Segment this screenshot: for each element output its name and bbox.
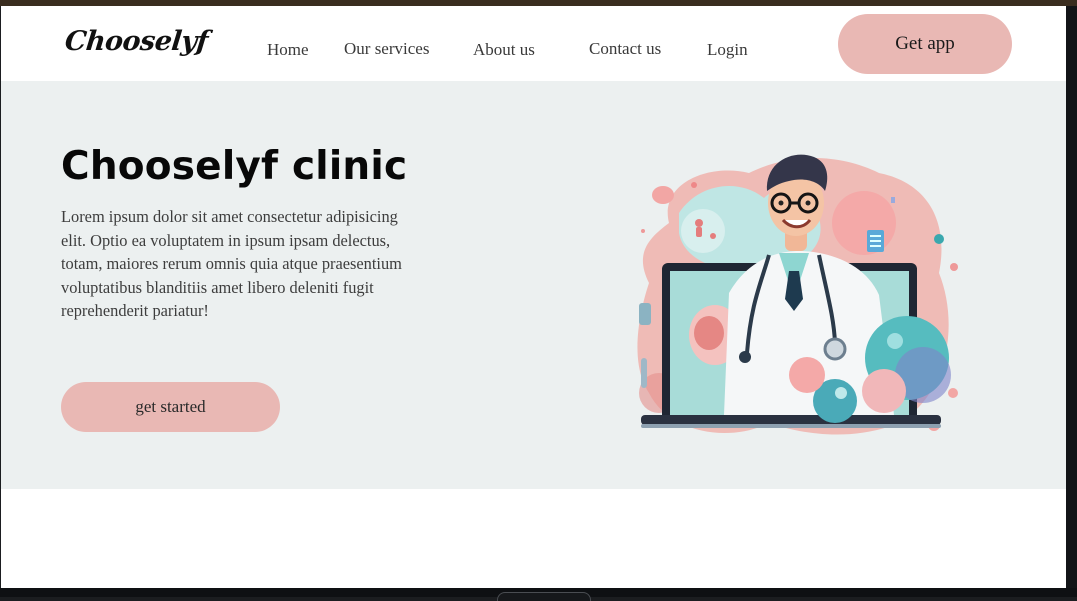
nav-link-login[interactable]: Login (707, 40, 748, 60)
hero-section: Chooselyf clinic Lorem ipsum dolor sit a… (1, 81, 1066, 489)
nav-link-about-us[interactable]: About us (473, 40, 535, 60)
window-right-edge (1066, 6, 1077, 588)
hero-title: Chooselyf clinic (61, 144, 408, 189)
doctor-illustration (637, 154, 958, 435)
get-app-button[interactable]: Get app (838, 14, 1012, 74)
nav-link-our-services[interactable]: Our services (344, 39, 429, 59)
browser-viewport: Chooselyf Home Our services About us Con… (1, 6, 1066, 588)
nav-link-home[interactable]: Home (267, 40, 309, 60)
nav-link-contact-us[interactable]: Contact us (589, 39, 661, 59)
hero-description: Lorem ipsum dolor sit amet consectetur a… (61, 207, 402, 320)
navbar: Chooselyf Home Our services About us Con… (1, 6, 1066, 81)
get-started-button[interactable]: get started (61, 382, 280, 432)
logo[interactable]: Chooselyf (63, 26, 209, 57)
